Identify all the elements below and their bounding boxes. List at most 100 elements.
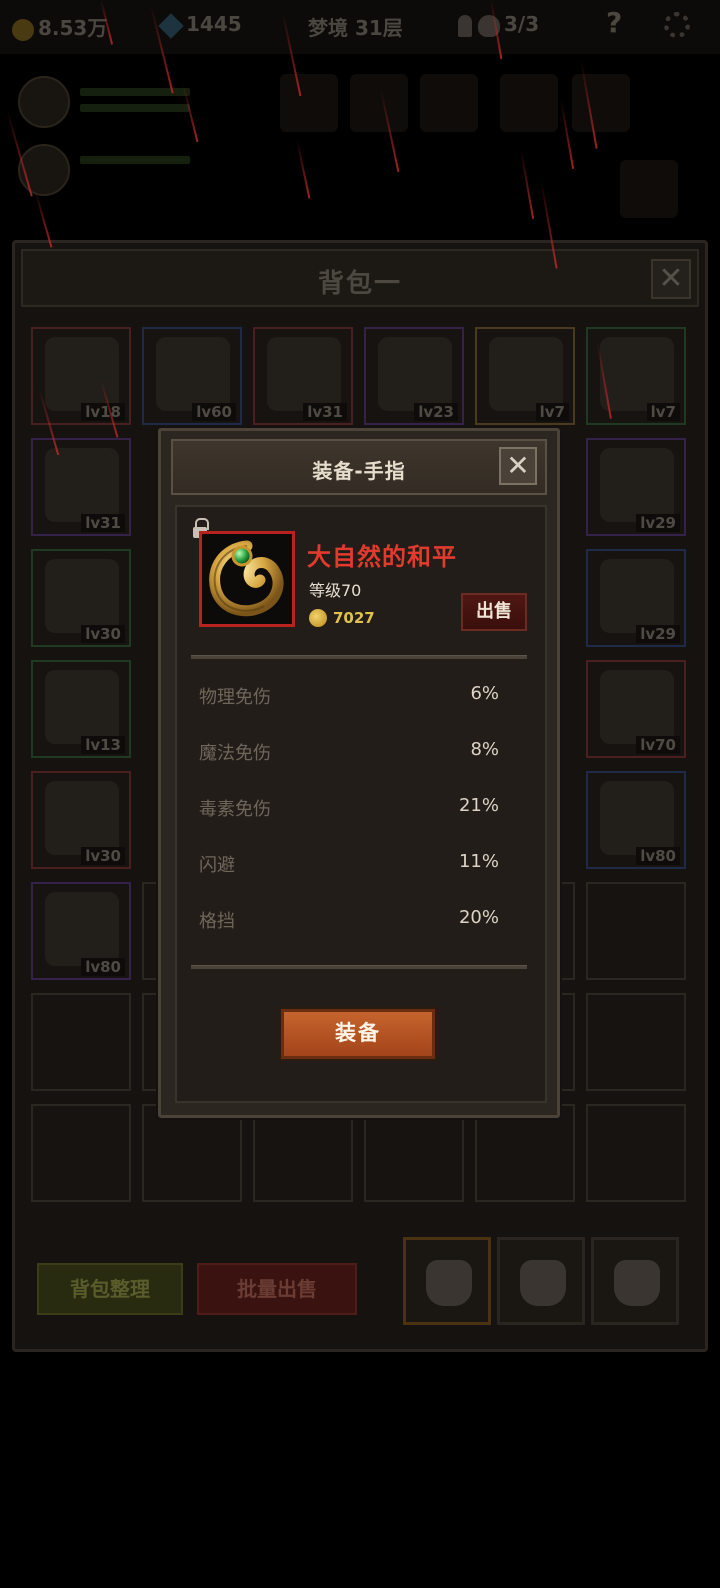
stat-label: 魔法免伤 (199, 743, 271, 764)
stat-label: 物理免伤 (199, 687, 271, 708)
stat-row: 物理免伤 6% (199, 683, 499, 711)
item-icon (45, 448, 119, 522)
bag-icon (614, 1260, 660, 1306)
item-level-label: lv29 (636, 514, 680, 532)
skull-count: 3/3 (504, 12, 540, 36)
skill-slot[interactable] (572, 74, 630, 132)
empty-slot[interactable] (31, 1104, 131, 1202)
hero-avatar[interactable] (18, 76, 70, 128)
stat-label: 闪避 (199, 855, 235, 876)
item-icon (600, 781, 674, 855)
skill-slot[interactable] (420, 74, 478, 132)
bag-tab-1[interactable] (403, 1237, 491, 1325)
dialog-header: 装备-手指 ✕ (171, 439, 547, 495)
empty-slot[interactable] (475, 1104, 575, 1202)
item-icon (267, 337, 341, 411)
item-level-label: lv70 (636, 736, 680, 754)
settings-button[interactable] (664, 12, 690, 43)
item-icon (45, 670, 119, 744)
floor-label: 梦境 31层 (308, 16, 403, 40)
item-detail-dialog: 装备-手指 ✕ 大自然的和平 等级70 7027 出售 物理免伤 6% 魔法免伤… (158, 428, 560, 1118)
empty-slot[interactable] (253, 1104, 353, 1202)
inventory-slot[interactable]: lv30 (31, 771, 131, 869)
gem-counter: 1445 (158, 12, 242, 39)
gold-counter: 8.53万 (12, 12, 107, 41)
key-skull-counter: 3/3 (458, 12, 539, 37)
inventory-title: 背包一 (317, 269, 402, 299)
item-icon (45, 559, 119, 633)
item-level-label: lv13 (81, 736, 125, 754)
item-level-label: lv60 (192, 403, 236, 421)
item-level-label: lv7 (535, 403, 569, 421)
inventory-header: 背包一 ✕ (21, 249, 699, 307)
empty-slot[interactable] (364, 1104, 464, 1202)
bag-icon (426, 1260, 472, 1306)
inventory-slot[interactable]: lv23 (364, 327, 464, 425)
gear-icon (664, 12, 690, 38)
stat-row: 闪避 11% (199, 851, 499, 879)
bag-tab-2[interactable] (497, 1237, 585, 1325)
dialog-close-button[interactable]: ✕ (499, 447, 537, 485)
empty-slot[interactable] (31, 993, 131, 1091)
divider (191, 655, 527, 659)
inventory-slot[interactable]: lv31 (253, 327, 353, 425)
gold-coin-icon (12, 18, 34, 41)
stat-value: 21% (458, 795, 499, 816)
party-bar (0, 60, 720, 230)
bulk-sell-button[interactable]: 批量出售 (197, 1263, 357, 1315)
item-icon (378, 337, 452, 411)
empty-slot[interactable] (142, 1104, 242, 1202)
stat-value: 11% (458, 851, 499, 872)
gold-coin-icon (309, 609, 327, 627)
boss-portrait[interactable] (620, 160, 678, 218)
inventory-slot[interactable]: lv80 (31, 882, 131, 980)
inventory-slot[interactable]: lv31 (31, 438, 131, 536)
equip-button[interactable]: 装备 (281, 1009, 435, 1059)
item-level-label: lv80 (81, 958, 125, 976)
skill-slot[interactable] (500, 74, 558, 132)
item-icon (489, 337, 563, 411)
companion-avatar[interactable] (18, 144, 70, 196)
inventory-slot[interactable]: lv29 (586, 549, 686, 647)
gem-icon (158, 12, 184, 39)
item-level-label: lv29 (636, 625, 680, 643)
hero-mp-bar (80, 104, 190, 112)
item-level-label: lv30 (81, 847, 125, 865)
item-icon (600, 337, 674, 411)
inventory-slot[interactable]: lv13 (31, 660, 131, 758)
help-icon[interactable]: ? (606, 6, 622, 39)
sort-bag-button[interactable]: 背包整理 (37, 1263, 183, 1315)
bag-tab-3[interactable] (591, 1237, 679, 1325)
skill-slot[interactable] (350, 74, 408, 132)
inventory-slot[interactable]: lv7 (475, 327, 575, 425)
inventory-slot[interactable]: lv80 (586, 771, 686, 869)
stat-row: 格挡 20% (199, 907, 499, 935)
divider (191, 965, 527, 969)
sell-button[interactable]: 出售 (461, 593, 527, 631)
stat-value: 6% (470, 683, 499, 704)
item-level-label: lv7 (646, 403, 680, 421)
ring-icon (209, 540, 284, 617)
item-icon (45, 781, 119, 855)
inventory-slot[interactable]: lv70 (586, 660, 686, 758)
empty-slot[interactable] (586, 1104, 686, 1202)
dialog-body: 大自然的和平 等级70 7027 出售 物理免伤 6% 魔法免伤 8% 毒素免伤… (175, 505, 547, 1103)
bag-icon (520, 1260, 566, 1306)
item-level-label: lv30 (81, 625, 125, 643)
stat-label: 格挡 (199, 911, 235, 932)
item-level-label: lv31 (81, 514, 125, 532)
inventory-slot[interactable]: lv30 (31, 549, 131, 647)
stat-label: 毒素免伤 (199, 799, 271, 820)
inventory-slot[interactable]: lv60 (142, 327, 242, 425)
inventory-close-button[interactable]: ✕ (651, 259, 691, 299)
skill-slot[interactable] (280, 74, 338, 132)
item-icon (45, 892, 119, 966)
item-level: 等级70 (309, 581, 362, 600)
empty-slot[interactable] (586, 993, 686, 1091)
item-image-frame (199, 531, 295, 627)
inventory-slot[interactable]: lv7 (586, 327, 686, 425)
stat-value: 8% (470, 739, 499, 760)
stat-value: 20% (458, 907, 499, 928)
inventory-slot[interactable]: lv29 (586, 438, 686, 536)
empty-slot[interactable] (586, 882, 686, 980)
